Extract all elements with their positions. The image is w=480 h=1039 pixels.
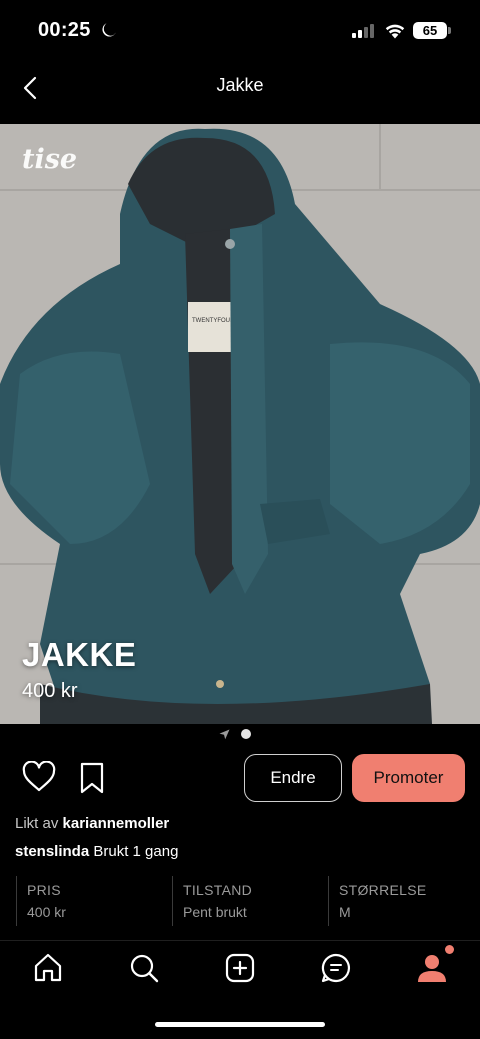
tab-home[interactable]	[31, 951, 65, 985]
status-bar: 00:25 65	[0, 0, 480, 62]
home-icon	[34, 953, 62, 982]
tab-profile[interactable]	[415, 951, 449, 985]
seller-line: stenslinda Brukt 1 gang	[15, 843, 178, 860]
add-icon	[225, 953, 255, 983]
listing-price: 400 kr	[22, 680, 78, 702]
tise-watermark: tise	[22, 144, 78, 175]
listing-description: Brukt 1 gang	[93, 843, 179, 860]
search-icon	[130, 954, 159, 983]
battery-icon: 65	[413, 22, 447, 39]
attribute-label: STØRRELSE	[339, 882, 427, 898]
product-photo[interactable]: TWENTYFOUR tise	[0, 124, 480, 724]
profile-icon	[418, 955, 446, 982]
nav-header: Jakke	[0, 62, 480, 124]
tab-bar	[0, 940, 480, 996]
liked-by-prefix: Likt av	[15, 815, 59, 832]
image-pager	[0, 728, 480, 740]
signal-icon	[352, 24, 374, 38]
promote-button[interactable]: Promoter	[352, 754, 465, 802]
listing-title: JAKKE	[22, 636, 137, 673]
battery-cap	[448, 27, 451, 34]
notification-dot	[445, 945, 454, 954]
liked-by-line: Likt av kariannemoller	[15, 815, 169, 832]
jacket-label-text: TWENTYFOUR	[192, 318, 235, 324]
status-time: 00:25	[38, 19, 91, 41]
attribute-row: PRIS 400 kr TILSTAND Pent brukt STØRRELS…	[0, 876, 480, 926]
attribute-value: 400 kr	[27, 904, 66, 920]
liked-by-user[interactable]: kariannemoller	[63, 815, 170, 832]
attribute-label: PRIS	[27, 882, 61, 898]
attribute-value: Pent brukt	[183, 904, 247, 920]
pager-dot-active[interactable]	[241, 729, 251, 739]
chat-icon	[321, 953, 351, 983]
moon-icon	[102, 23, 116, 37]
attribute-value: M	[339, 904, 351, 920]
attribute-price: PRIS 400 kr	[16, 876, 166, 926]
wifi-icon	[385, 24, 405, 39]
jacket-illustration: TWENTYFOUR	[0, 124, 480, 724]
page-title: Jakke	[216, 75, 264, 95]
edit-button[interactable]: Endre	[244, 754, 342, 802]
home-indicator	[155, 1022, 325, 1027]
tab-search[interactable]	[127, 951, 161, 985]
tab-messages[interactable]	[319, 951, 353, 985]
attribute-label: TILSTAND	[183, 882, 253, 898]
action-row: Endre Promoter	[0, 750, 480, 806]
tab-add[interactable]	[223, 951, 257, 985]
location-arrow-icon	[219, 729, 230, 740]
seller-username[interactable]: stenslinda	[15, 843, 89, 860]
attribute-condition: TILSTAND Pent brukt	[172, 876, 322, 926]
bookmark-icon[interactable]	[78, 762, 106, 794]
attribute-size: STØRRELSE M	[328, 876, 478, 926]
heart-icon[interactable]	[22, 761, 56, 793]
